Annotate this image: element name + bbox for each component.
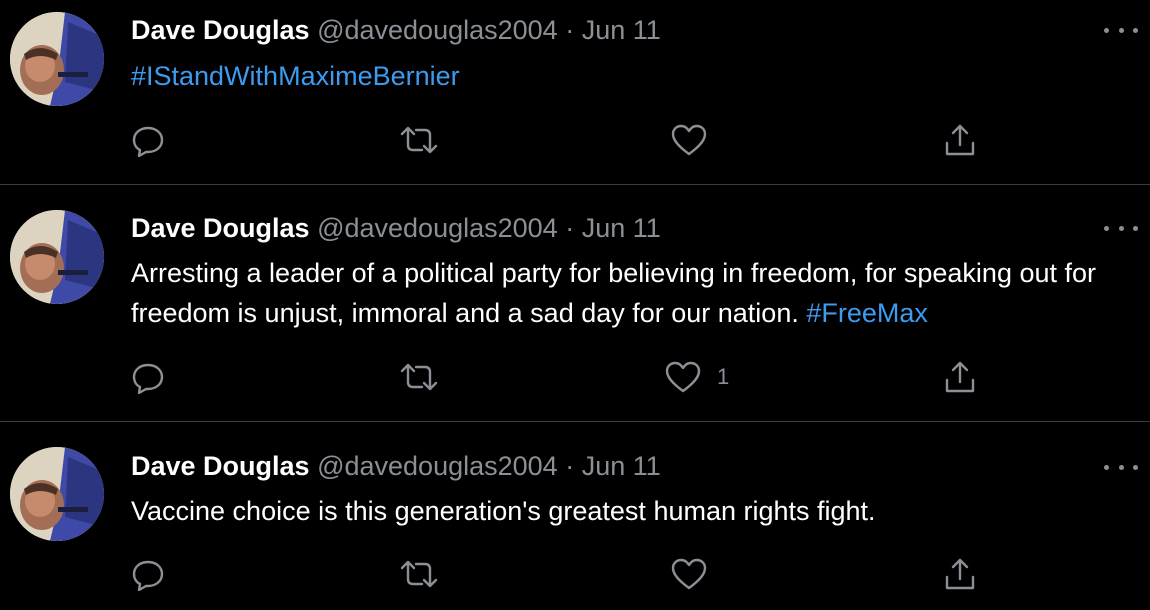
author-handle[interactable]: @davedouglas2004 <box>317 451 558 481</box>
author-handle[interactable]: @davedouglas2004 <box>317 15 558 45</box>
tweet-header: Dave Douglas @davedouglas2004 · Jun 11 <box>131 212 661 244</box>
tweet-date[interactable]: Jun 11 <box>582 213 661 243</box>
like-icon <box>671 124 707 156</box>
share-icon <box>945 124 975 156</box>
like-count: 1 <box>717 364 730 389</box>
share-button[interactable] <box>944 120 976 160</box>
retweet-icon <box>400 363 438 391</box>
retweet-button[interactable] <box>400 120 438 160</box>
author-name[interactable]: Dave Douglas <box>131 451 310 481</box>
more-icon[interactable] <box>1104 23 1138 37</box>
more-icon[interactable] <box>1104 460 1138 474</box>
tweet-actions: 1 <box>0 357 1150 397</box>
retweet-button[interactable] <box>400 357 438 397</box>
avatar[interactable] <box>10 210 104 304</box>
like-button[interactable]: 1 <box>665 357 729 397</box>
tweet-text: Vaccine choice is this generation's grea… <box>131 491 1131 531</box>
tweet-header: Dave Douglas @davedouglas2004 · Jun 11 <box>131 450 661 482</box>
author-name[interactable]: Dave Douglas <box>131 15 310 45</box>
avatar[interactable] <box>10 447 104 541</box>
like-icon <box>671 558 707 590</box>
more-icon[interactable] <box>1104 221 1138 235</box>
tweet-text-body: Vaccine choice is this generation's grea… <box>131 496 876 526</box>
tweet[interactable]: Dave Douglas @davedouglas2004 · Jun 11 V… <box>0 422 1150 610</box>
reply-icon <box>132 126 164 157</box>
tweet-text-body: Arresting a leader of a political party … <box>131 258 1097 328</box>
hashtag-link[interactable]: #FreeMax <box>806 298 928 328</box>
share-button[interactable] <box>944 357 976 397</box>
reply-button[interactable] <box>131 554 165 594</box>
tweet-date[interactable]: Jun 11 <box>582 451 661 481</box>
share-icon <box>945 558 975 590</box>
author-name[interactable]: Dave Douglas <box>131 213 310 243</box>
separator-dot: · <box>565 451 575 481</box>
tweet[interactable]: Dave Douglas @davedouglas2004 · Jun 11 #… <box>0 0 1150 184</box>
hashtag-link[interactable]: #IStandWithMaximeBernier <box>131 61 460 91</box>
tweet-date[interactable]: Jun 11 <box>582 15 661 45</box>
reply-icon <box>132 560 164 591</box>
share-button[interactable] <box>944 554 976 594</box>
tweet-text: #IStandWithMaximeBernier <box>131 56 1131 96</box>
author-handle[interactable]: @davedouglas2004 <box>317 213 558 243</box>
like-icon <box>665 361 701 393</box>
retweet-icon <box>400 560 438 588</box>
tweet[interactable]: Dave Douglas @davedouglas2004 · Jun 11 A… <box>0 185 1150 421</box>
reply-button[interactable] <box>131 120 165 160</box>
tweet-header: Dave Douglas @davedouglas2004 · Jun 11 <box>131 14 661 46</box>
like-button[interactable] <box>671 554 723 594</box>
retweet-icon <box>400 126 438 154</box>
separator-dot: · <box>565 213 575 243</box>
tweet-actions <box>0 554 1150 594</box>
tweet-text: Arresting a leader of a political party … <box>131 253 1131 333</box>
avatar[interactable] <box>10 12 104 106</box>
reply-icon <box>132 363 164 394</box>
separator-dot: · <box>565 15 575 45</box>
share-icon <box>945 361 975 393</box>
reply-button[interactable] <box>131 357 165 397</box>
tweet-actions <box>0 120 1150 160</box>
timeline: Dave Douglas @davedouglas2004 · Jun 11 #… <box>0 0 1150 610</box>
like-button[interactable] <box>671 120 723 160</box>
retweet-button[interactable] <box>400 554 438 594</box>
